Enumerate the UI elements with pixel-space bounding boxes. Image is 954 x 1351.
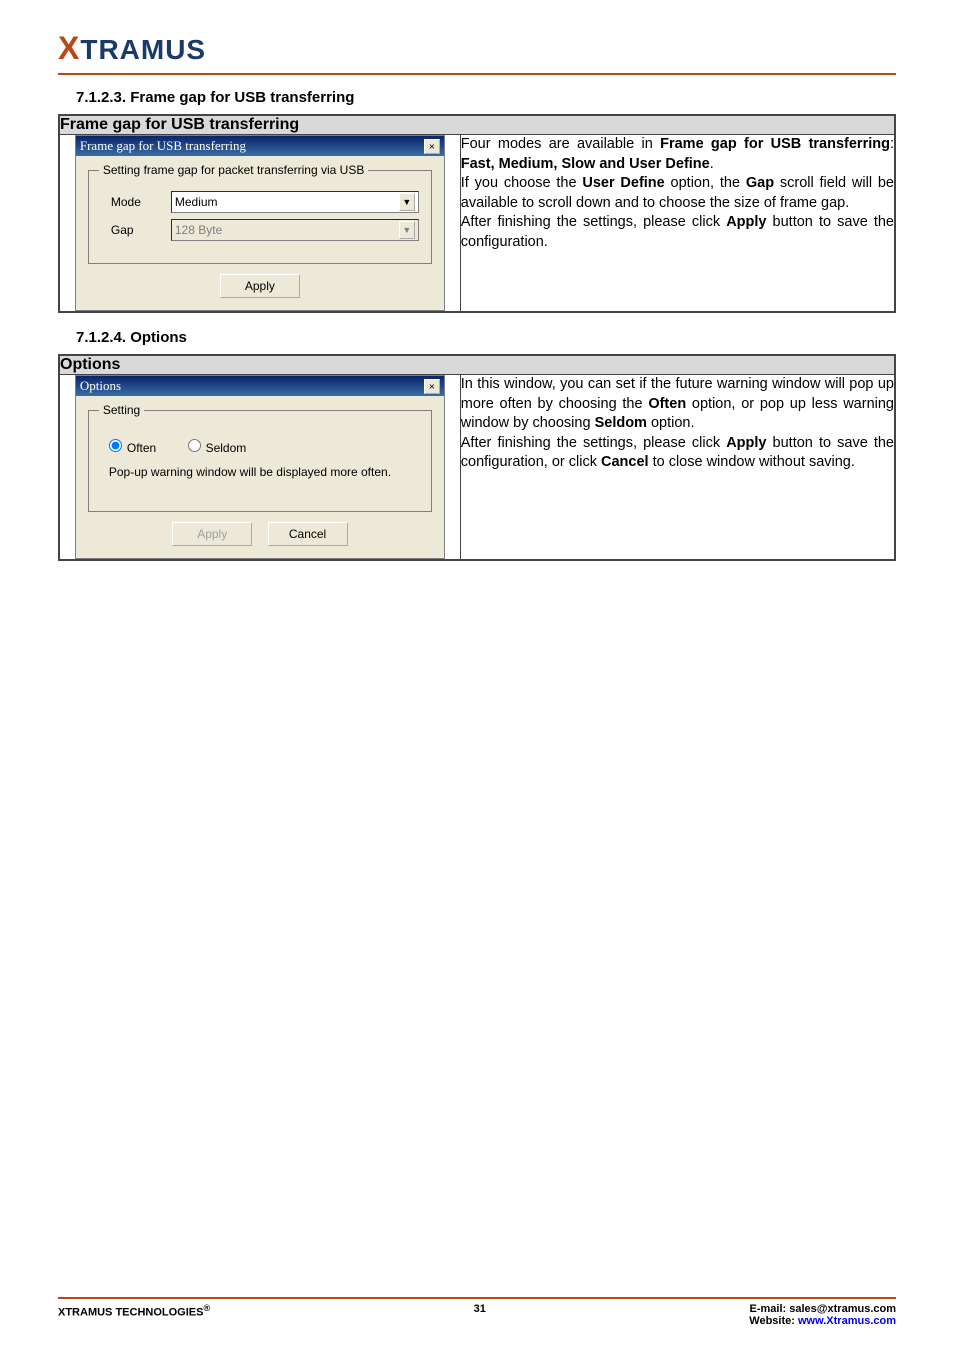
window-titlebar-framegap: Frame gap for USB transferring ×: [76, 136, 444, 156]
button-row-framegap: Apply: [86, 274, 434, 298]
footer-right: E-mail: sales@xtramus.com Website: www.X…: [749, 1303, 896, 1327]
cell-description-framegap: Four modes are available in Frame gap fo…: [460, 135, 895, 313]
footer-email: sales@xtramus.com: [789, 1303, 896, 1315]
chevron-down-icon[interactable]: ▼: [399, 193, 415, 211]
popup-description: Pop-up warning window will be displayed …: [109, 465, 411, 479]
cancel-button[interactable]: Cancel: [268, 522, 348, 546]
label-mode: Mode: [101, 195, 171, 209]
row-mode: Mode Medium ▼: [101, 191, 419, 213]
logo: XTRAMUS: [58, 34, 206, 65]
window-framegap: Frame gap for USB transferring × Setting…: [75, 135, 445, 311]
cell-description-options: In this window, you can set if the futur…: [460, 375, 895, 561]
table-framegap: Frame gap for USB transferring Frame gap…: [58, 114, 896, 313]
text-bold: Cancel: [601, 454, 649, 470]
select-gap-value: 128 Byte: [175, 223, 222, 237]
text-bold: Apply: [726, 435, 766, 451]
table-title-options: Options: [59, 355, 895, 375]
radio-seldom-label[interactable]: Seldom: [188, 441, 247, 455]
close-icon[interactable]: ×: [424, 139, 440, 154]
cell-screenshot-framegap: Frame gap for USB transferring × Setting…: [59, 135, 460, 313]
apply-button[interactable]: Apply: [220, 274, 300, 298]
fieldset-legend-framegap: Setting frame gap for packet transferrin…: [99, 163, 368, 177]
text-bold: Frame gap for USB transferring: [660, 136, 890, 152]
select-mode-value: Medium: [175, 195, 218, 209]
radio-row: Often Seldom: [109, 439, 411, 455]
row-gap: Gap 128 Byte ▼: [101, 219, 419, 241]
radio-often[interactable]: [109, 439, 122, 452]
text: After finishing the settings, please cli…: [461, 214, 726, 230]
footer-registered: ®: [203, 1303, 210, 1313]
text-bold: Gap: [746, 175, 774, 191]
text: If you choose the: [461, 175, 583, 191]
text: to close window without saving.: [649, 454, 855, 470]
close-icon[interactable]: ×: [424, 379, 440, 394]
footer-email-label: E-mail:: [750, 1303, 790, 1315]
footer-site-link[interactable]: www.Xtramus.com: [798, 1315, 896, 1327]
text: Four modes are available in: [461, 136, 660, 152]
radio-often-text: Often: [127, 441, 156, 455]
table-options: Options Options × Setting Often Seldom P…: [58, 354, 896, 561]
section-heading-framegap: 7.1.2.3. Frame gap for USB transferring: [76, 89, 896, 106]
fieldset-options: Setting Often Seldom Pop-up warning wind…: [88, 410, 432, 512]
fieldset-legend-options: Setting: [99, 403, 144, 417]
window-body-options: Setting Often Seldom Pop-up warning wind…: [76, 396, 444, 558]
radio-seldom-text: Seldom: [206, 441, 247, 455]
text-bold: User Define: [582, 175, 664, 191]
radio-seldom[interactable]: [188, 439, 201, 452]
section-heading-options: 7.1.2.4. Options: [76, 329, 896, 346]
text-bold: Often: [648, 396, 686, 412]
window-title-text: Options: [80, 378, 121, 394]
text: option.: [647, 415, 695, 431]
text: After finishing the settings, please cli…: [461, 435, 726, 451]
label-gap: Gap: [101, 223, 171, 237]
text-bold: Seldom: [595, 415, 647, 431]
apply-button[interactable]: Apply: [172, 522, 252, 546]
chevron-down-icon: ▼: [399, 221, 415, 239]
radio-often-label[interactable]: Often: [109, 441, 156, 455]
window-options: Options × Setting Often Seldom Pop-up wa…: [75, 375, 445, 559]
logo-x: X: [58, 30, 80, 66]
button-row-options: Apply Cancel: [86, 522, 434, 546]
text: :: [890, 136, 894, 152]
page-footer: XTRAMUS TECHNOLOGIES® 31 E-mail: sales@x…: [58, 1297, 896, 1327]
select-gap: 128 Byte ▼: [171, 219, 419, 241]
window-title-text: Frame gap for USB transferring: [80, 138, 246, 154]
select-mode[interactable]: Medium ▼: [171, 191, 419, 213]
table-title-framegap: Frame gap for USB transferring: [59, 115, 895, 135]
footer-company: XTRAMUS TECHNOLOGIES: [58, 1307, 203, 1319]
footer-left: XTRAMUS TECHNOLOGIES®: [58, 1303, 210, 1319]
footer-page-number: 31: [210, 1303, 749, 1315]
text: option, the: [665, 175, 746, 191]
fieldset-framegap: Setting frame gap for packet transferrin…: [88, 170, 432, 264]
window-titlebar-options: Options ×: [76, 376, 444, 396]
footer-site-label: Website:: [749, 1315, 798, 1327]
text-bold: Fast, Medium, Slow and User Define: [461, 156, 710, 172]
text-bold: Apply: [726, 214, 766, 230]
window-body-framegap: Setting frame gap for packet transferrin…: [76, 156, 444, 310]
page-header: XTRAMUS: [58, 30, 896, 75]
text: .: [710, 156, 714, 172]
logo-rest: TRAMUS: [80, 34, 206, 65]
cell-screenshot-options: Options × Setting Often Seldom Pop-up wa…: [59, 375, 460, 561]
